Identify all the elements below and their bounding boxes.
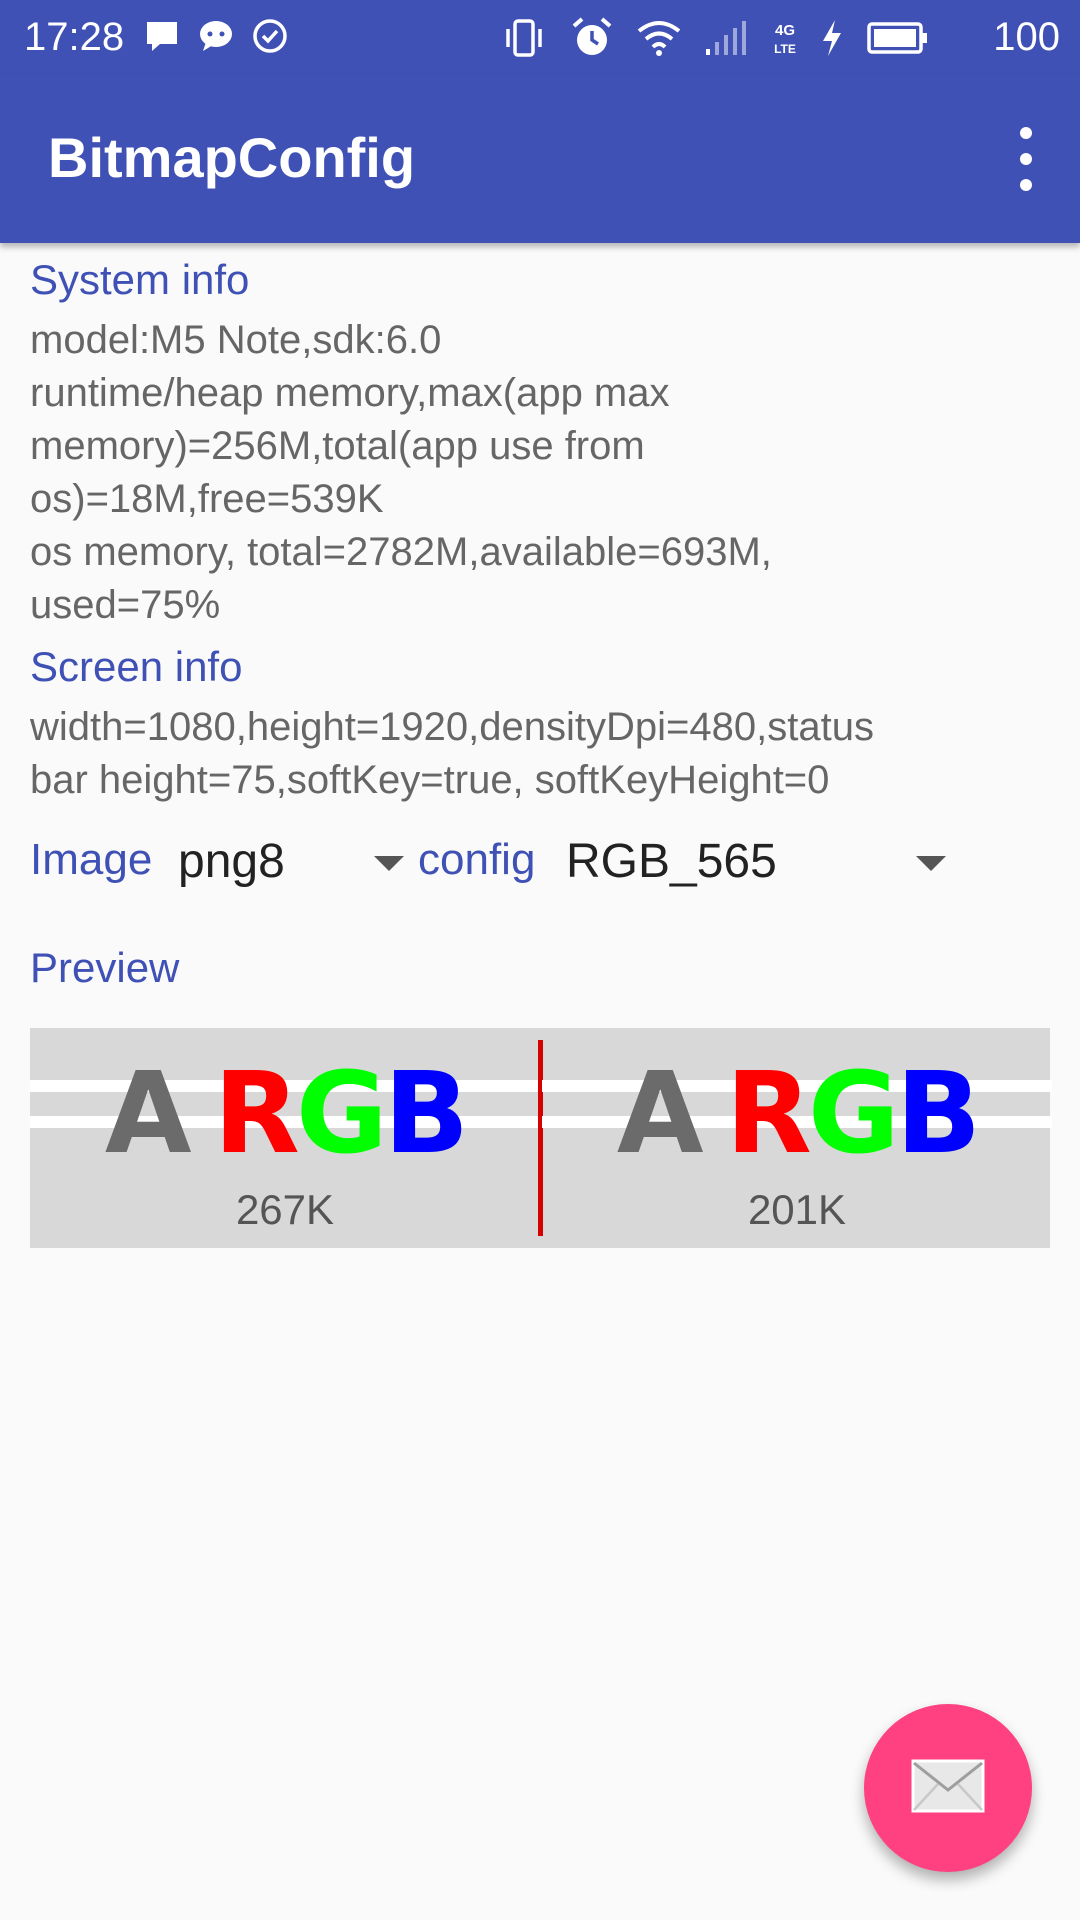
selector-row: Image png8 config RGB_565	[30, 822, 1050, 902]
wifi-icon	[636, 18, 682, 63]
converted-size-label: 201K	[747, 1186, 847, 1233]
mail-icon	[910, 1758, 986, 1819]
image-spinner-value: png8	[178, 835, 285, 888]
dropdown-arrow-icon	[916, 856, 946, 871]
app-title: BitmapConfig	[48, 126, 416, 189]
app-screen: 17:28 4G LTE 100 BitmapConfig System inf…	[0, 0, 1080, 1920]
charging-icon	[820, 18, 844, 63]
system-info-text: model:M5 Note,sdk:6.0 runtime/heap memor…	[30, 318, 772, 627]
check-circle-icon	[250, 16, 290, 61]
letter-r: R	[725, 1049, 812, 1179]
preview-heading: Preview	[30, 944, 180, 991]
app-bar: BitmapConfig	[0, 75, 1080, 243]
image-label: Image	[30, 835, 153, 884]
battery-percent: 100	[993, 15, 1060, 59]
letter-b: B	[383, 1049, 469, 1179]
image-spinner[interactable]: png8	[178, 822, 404, 902]
letter-g: G	[295, 1049, 388, 1179]
letter-a: A	[104, 1049, 192, 1179]
preview-converted: A RGB 201K	[542, 1028, 1052, 1248]
config-spinner[interactable]: RGB_565	[566, 822, 946, 902]
4g-lte-icon: 4G LTE	[772, 18, 798, 63]
config-spinner-value: RGB_565	[566, 835, 777, 888]
alarm-icon	[570, 16, 614, 65]
screen-info-text: width=1080,height=1920,densityDpi=480,st…	[30, 705, 874, 802]
signal-icon	[704, 18, 750, 63]
dropdown-arrow-icon	[374, 856, 404, 871]
letter-b: B	[895, 1049, 981, 1179]
battery-icon	[866, 20, 930, 61]
argb-image-right: A RGB	[542, 1054, 1052, 1174]
overflow-menu-icon[interactable]	[1000, 127, 1052, 191]
status-bar: 17:28 4G LTE 100	[0, 0, 1080, 75]
notification-icons	[142, 16, 290, 61]
letter-a: A	[616, 1049, 704, 1179]
config-label: config	[418, 835, 536, 884]
system-status-icons: 4G LTE	[500, 16, 930, 65]
status-time: 17:28	[24, 15, 125, 59]
email-fab-button[interactable]	[864, 1704, 1032, 1872]
chat-icon	[196, 16, 236, 61]
argb-image-left: A RGB	[30, 1054, 540, 1174]
original-size-label: 267K	[235, 1186, 335, 1233]
menu-dot	[1020, 153, 1032, 165]
letter-g: G	[807, 1049, 900, 1179]
svg-text:4G: 4G	[775, 22, 795, 39]
preview-panel: A RGB 267K A RGB 201K	[30, 1028, 1052, 1248]
letter-r: R	[213, 1049, 300, 1179]
preview-original: A RGB 267K	[30, 1028, 540, 1248]
menu-dot	[1020, 127, 1032, 139]
menu-dot	[1020, 179, 1032, 191]
screen-info-heading: Screen info	[30, 643, 243, 690]
svg-text:LTE: LTE	[774, 42, 796, 56]
vibrate-icon	[500, 17, 548, 64]
system-info-heading: System info	[30, 256, 250, 303]
message-icon	[142, 16, 182, 61]
